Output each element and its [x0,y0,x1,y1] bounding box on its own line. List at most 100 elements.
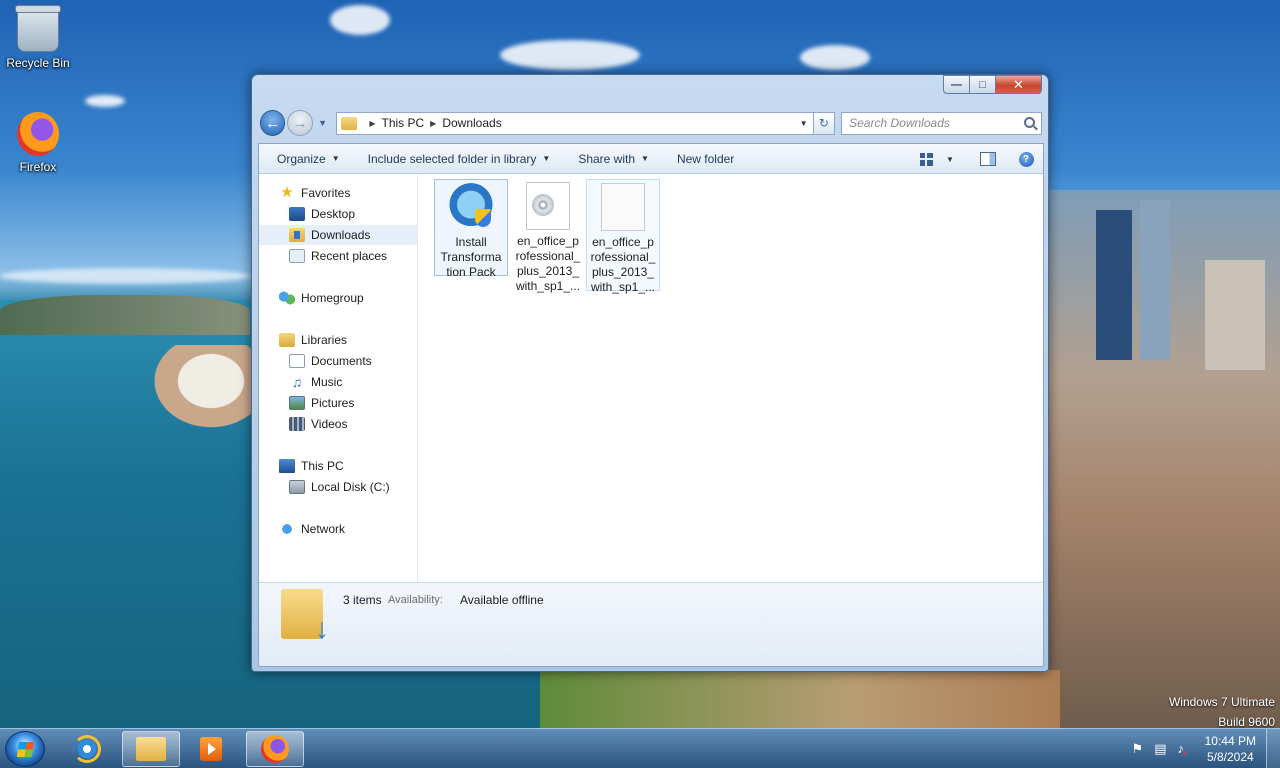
include-in-library-button[interactable]: Include selected folder in library ▼ [360,148,559,170]
action-center-flag-icon[interactable]: ⚑ [1132,741,1144,757]
nav-homegroup-label: Homegroup [301,291,364,305]
preview-pane-button[interactable] [977,148,999,170]
breadcrumb-downloads[interactable]: Downloads [442,116,501,130]
nav-local-disk-label: Local Disk (C:) [311,480,390,494]
file-name: Install Transforma tion Pack [440,235,502,279]
navigation-bar: ← → ▼ ▶ This PC ▶ Downloads ▼ ↻ Search D… [260,108,1042,138]
firefox-shortcut[interactable]: Firefox [0,112,76,174]
preview-pane-icon [980,152,996,166]
new-folder-label: New folder [676,151,735,166]
libraries-icon [279,333,295,347]
file-item[interactable]: en_office_p rofessional_ plus_2013_ with… [586,179,660,294]
nav-downloads[interactable]: Downloads [259,225,417,245]
taskbar-windows-explorer[interactable] [122,731,180,767]
taskbar: ⚑ ▤ ♪ 10:44 PM 5/8/2024 [0,728,1280,768]
firefox-label: Firefox [19,160,57,174]
windows-watermark: Windows 7 Ultimate Build 9600 [1169,692,1275,732]
help-button[interactable]: ? [1015,148,1037,170]
nav-desktop-label: Desktop [311,207,356,221]
blank-file-icon [601,183,645,231]
file-name: en_office_p rofessional_ plus_2013_ with… [590,235,656,294]
views-icon [919,152,933,166]
forward-button[interactable]: → [287,110,313,136]
file-item[interactable]: Install Transforma tion Pack [434,179,508,279]
taskbar-firefox[interactable] [246,731,304,767]
installer-icon [449,183,493,231]
recent-places-icon [289,249,305,263]
music-note-icon: ♫ [291,374,303,390]
breadcrumb-separator[interactable]: ▶ [430,119,436,128]
file-name: en_office_p rofessional_ plus_2013_ with… [515,234,581,293]
command-bar: Organize ▼ Include selected folder in lib… [259,144,1043,174]
clock[interactable]: 10:44 PM 5/8/2024 [1205,733,1256,765]
downloads-folder-icon [281,589,329,645]
videos-icon [289,417,305,431]
nav-network-label: Network [301,522,346,536]
change-view-button[interactable] [915,148,937,170]
show-desktop-button[interactable] [1266,729,1280,768]
new-folder-button[interactable]: New folder [669,148,742,170]
nav-desktop[interactable]: Desktop [289,204,355,224]
wallpaper-island [0,295,250,335]
view-controls: ▼ ? [909,148,1037,170]
nav-homegroup[interactable]: Homegroup [279,288,364,308]
recycle-bin-label: Recycle Bin [6,56,70,70]
computer-icon [279,459,295,473]
volume-muted-icon[interactable]: ♪ [1178,741,1188,758]
organize-button[interactable]: Organize ▼ [269,148,348,170]
nav-local-disk[interactable]: Local Disk (C:) [289,477,390,497]
close-button[interactable]: ✕ [996,75,1042,94]
nav-pictures[interactable]: Pictures [289,393,354,413]
nav-recent-places[interactable]: Recent places [289,246,387,266]
wallpaper-tower [1096,210,1132,360]
nav-music-label: Music [311,375,343,389]
details-pane: 3 items Availability: Available offline [259,582,1043,666]
nav-recent-label: Recent places [311,249,388,263]
nav-downloads-label: Downloads [311,228,371,242]
nav-favorites-label: Favorites [301,186,351,200]
recycle-bin-icon [15,5,61,52]
network-tray-icon[interactable]: ▤ [1154,741,1166,757]
taskbar-internet-explorer[interactable] [58,731,116,767]
windows-explorer-icon [136,737,166,761]
organize-label: Organize [277,151,326,166]
clock-date: 5/8/2024 [1206,750,1254,764]
search-icon[interactable] [1024,116,1035,128]
item-count: 3 items [343,593,382,607]
chevron-down-icon: ▼ [542,154,551,163]
downloads-folder-icon [289,228,305,242]
address-bar[interactable]: ▶ This PC ▶ Downloads ▼ [336,111,814,135]
maximize-button[interactable]: □ [970,75,996,94]
address-dropdown-icon[interactable]: ▼ [795,113,813,134]
recycle-bin-shortcut[interactable]: Recycle Bin [0,5,76,70]
system-tray: ⚑ ▤ ♪ [1121,741,1188,758]
back-button[interactable]: ← [260,110,286,136]
nav-this-pc[interactable]: This PC [279,456,344,476]
nav-videos[interactable]: Videos [289,414,347,434]
nav-favorites[interactable]: ★ Favorites [279,183,350,203]
file-item[interactable]: en_office_p rofessional_ plus_2013_ with… [511,179,585,294]
minimize-button[interactable]: — [943,75,970,94]
taskbar-media-player[interactable] [182,731,240,767]
wallpaper-tower [1140,200,1170,360]
breadcrumb-this-pc[interactable]: This PC [381,116,424,130]
breadcrumb-separator[interactable]: ▶ [369,119,375,128]
nav-documents[interactable]: Documents [289,351,372,371]
search-input[interactable]: Search Downloads [841,111,1042,135]
wallpaper-cloud [500,40,640,70]
start-button[interactable] [5,731,45,767]
nav-network[interactable]: Network [279,519,345,539]
nav-libraries[interactable]: Libraries [279,330,347,350]
nav-music[interactable]: ♫ Music [289,372,343,392]
nav-this-pc-label: This PC [301,459,344,473]
navigation-pane: ★ Favorites Desktop Downloads Recent pla… [259,175,418,581]
refresh-button[interactable]: ↻ [813,111,836,135]
recent-locations-dropdown[interactable]: ▼ [315,118,331,128]
share-with-button[interactable]: Share with ▼ [570,148,657,170]
nav-libraries-label: Libraries [301,333,348,347]
disc-image-icon [526,182,570,230]
view-options-dropdown[interactable]: ▼ [939,148,961,170]
wallpaper-cloud [0,268,250,284]
help-icon: ? [1018,151,1034,167]
folder-icon [341,116,358,130]
